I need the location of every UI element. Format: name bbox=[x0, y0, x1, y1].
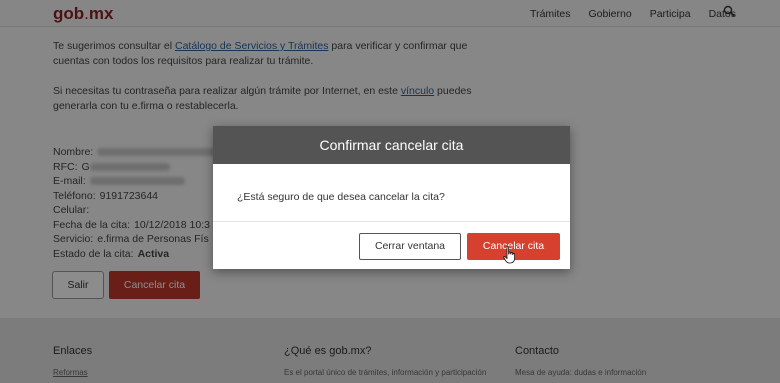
modal-divider bbox=[213, 221, 570, 222]
close-window-button[interactable]: Cerrar ventana bbox=[359, 233, 461, 260]
modal-title: Confirmar cancelar cita bbox=[213, 126, 570, 164]
modal-question: ¿Está seguro de que desea cancelar la ci… bbox=[237, 191, 445, 203]
hand-cursor-icon bbox=[503, 246, 515, 264]
